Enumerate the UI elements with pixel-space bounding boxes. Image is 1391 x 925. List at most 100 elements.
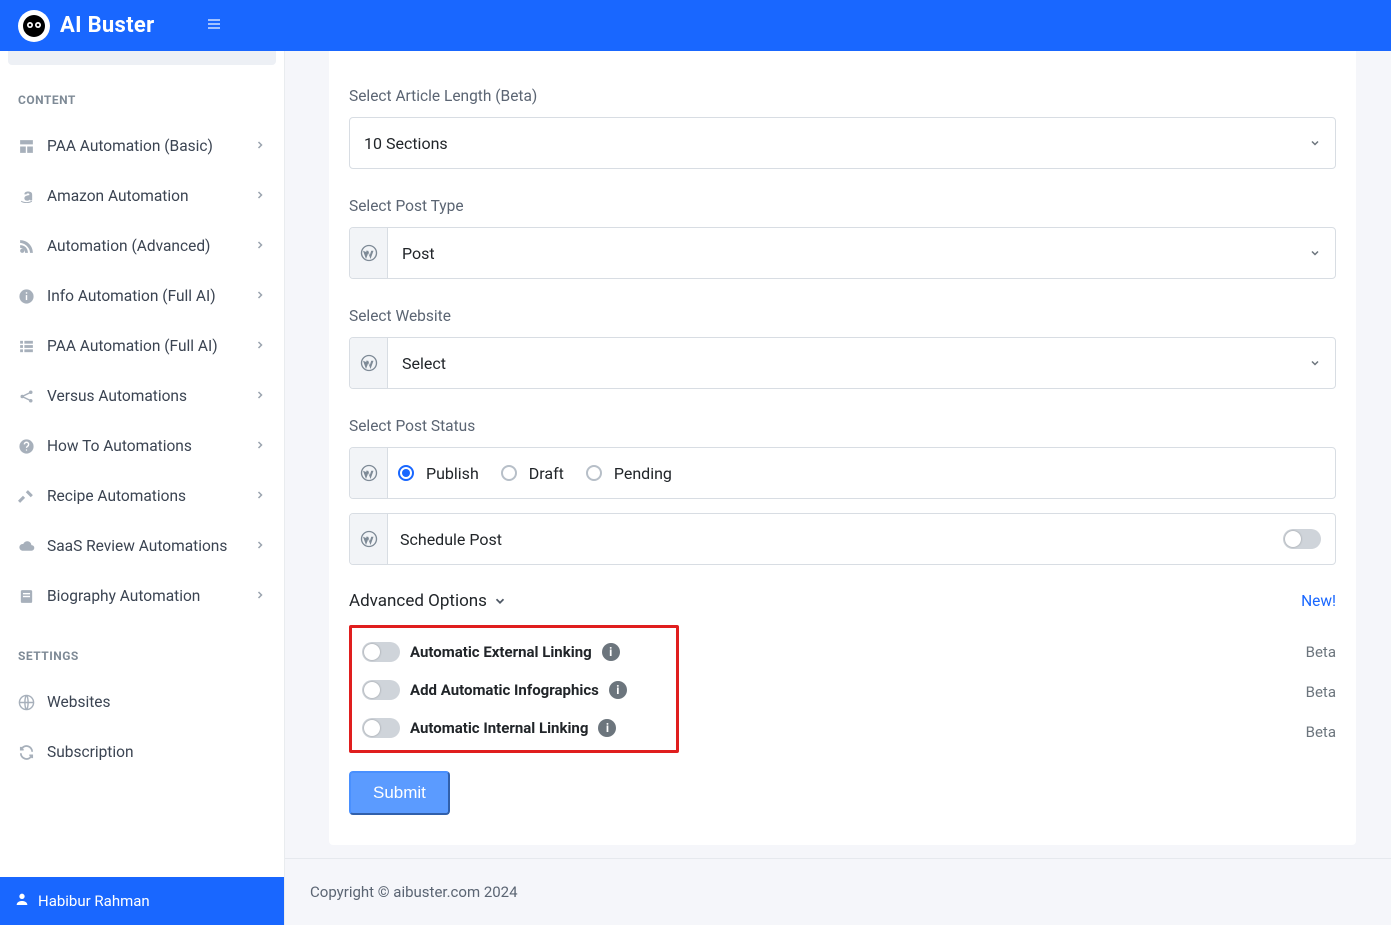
post-type-value: Post <box>388 244 1295 263</box>
beta-badge: Beta <box>1306 723 1336 741</box>
sidebar-item-label: Subscription <box>47 743 266 761</box>
radio-publish[interactable] <box>398 465 414 481</box>
post-status-label: Select Post Status <box>349 389 1336 447</box>
schedule-label: Schedule Post <box>388 530 1283 549</box>
user-name: Habibur Rahman <box>38 892 150 910</box>
article-length-label: Select Article Length (Beta) <box>349 59 1336 117</box>
beta-badge: Beta <box>1306 683 1336 701</box>
wordpress-icon <box>350 338 388 388</box>
sidebar-item-websites[interactable]: Websites <box>0 677 284 727</box>
cloud-icon <box>18 538 35 555</box>
sidebar-item-label: Biography Automation <box>47 587 242 605</box>
sidebar-item-recipe[interactable]: Recipe Automations <box>0 471 284 521</box>
list-icon <box>18 338 35 355</box>
brand-name: AI Buster <box>60 13 154 38</box>
info-icon[interactable]: i <box>609 681 627 699</box>
submit-button[interactable]: Submit <box>349 771 450 815</box>
sidebar-item-subscription[interactable]: Subscription <box>0 727 284 777</box>
website-select[interactable]: Select <box>349 337 1336 389</box>
copyright-text: Copyright © aibuster.com 2024 <box>310 883 518 901</box>
post-type-select[interactable]: Post <box>349 227 1336 279</box>
brand-logo[interactable]: AI Buster <box>18 10 154 42</box>
user-icon <box>14 891 30 911</box>
sidebar-item-label: Websites <box>47 693 266 711</box>
amazon-icon <box>18 188 35 205</box>
wordpress-icon <box>350 228 388 278</box>
wordpress-icon <box>350 514 388 564</box>
website-value: Select <box>388 354 1295 373</box>
section-title-settings: SETTINGS <box>0 621 284 677</box>
sidebar: CONTENT PAA Automation (Basic) Amazon Au… <box>0 51 285 925</box>
article-length-value: 10 Sections <box>350 134 1295 153</box>
form-card: Select Article Length (Beta) 10 Sections… <box>329 51 1356 845</box>
share-icon <box>18 388 35 405</box>
chevron-right-icon <box>254 437 266 455</box>
chevron-down-icon <box>493 594 507 608</box>
sidebar-top-placeholder <box>8 51 276 65</box>
logo-icon <box>18 10 50 42</box>
info-icon <box>18 288 35 305</box>
sidebar-item-howto[interactable]: How To Automations <box>0 421 284 471</box>
adv-row-internal-linking: Automatic Internal Linking i <box>362 718 666 738</box>
sidebar-item-biography[interactable]: Biography Automation <box>0 571 284 621</box>
chevron-down-icon <box>1295 354 1335 373</box>
globe-icon <box>18 694 35 711</box>
sidebar-item-label: SaaS Review Automations <box>47 537 242 555</box>
article-length-select[interactable]: 10 Sections <box>349 117 1336 169</box>
sidebar-item-automation-advanced[interactable]: Automation (Advanced) <box>0 221 284 271</box>
sidebar-item-saas-review[interactable]: SaaS Review Automations <box>0 521 284 571</box>
chevron-right-icon <box>254 237 266 255</box>
section-title-content: CONTENT <box>0 65 284 121</box>
adv-row-infographics: Add Automatic Infographics i <box>362 680 666 700</box>
sidebar-item-versus[interactable]: Versus Automations <box>0 371 284 421</box>
chevron-down-icon <box>1295 134 1335 153</box>
post-type-label: Select Post Type <box>349 169 1336 227</box>
sidebar-item-label: Recipe Automations <box>47 487 242 505</box>
info-icon[interactable]: i <box>602 643 620 661</box>
external-linking-toggle[interactable] <box>362 642 400 662</box>
advanced-options-title: Advanced Options <box>349 591 487 611</box>
infographics-toggle[interactable] <box>362 680 400 700</box>
wordpress-icon <box>350 448 388 498</box>
blog-icon <box>18 238 35 255</box>
radio-pending-label: Pending <box>614 464 672 483</box>
chevron-right-icon <box>254 537 266 555</box>
radio-pending[interactable] <box>586 465 602 481</box>
page-footer: Copyright © aibuster.com 2024 <box>285 858 1391 925</box>
chevron-right-icon <box>254 287 266 305</box>
sidebar-item-info-full-ai[interactable]: Info Automation (Full AI) <box>0 271 284 321</box>
advanced-options-toggle[interactable]: Advanced Options <box>349 591 507 611</box>
beta-badge: Beta <box>1306 643 1336 661</box>
chevron-right-icon <box>254 337 266 355</box>
radio-group: Publish Draft Pending <box>388 464 680 483</box>
book-icon <box>18 588 35 605</box>
schedule-toggle[interactable] <box>1283 529 1321 549</box>
post-status-row: Publish Draft Pending <box>349 447 1336 499</box>
internal-linking-label: Automatic Internal Linking <box>410 719 588 737</box>
chevron-right-icon <box>254 187 266 205</box>
info-icon[interactable]: i <box>598 719 616 737</box>
sidebar-item-label: Automation (Advanced) <box>47 237 242 255</box>
chevron-right-icon <box>254 137 266 155</box>
sidebar-item-paa-full-ai[interactable]: PAA Automation (Full AI) <box>0 321 284 371</box>
sidebar-item-label: How To Automations <box>47 437 242 455</box>
new-badge[interactable]: New! <box>1301 592 1336 610</box>
radio-draft[interactable] <box>501 465 517 481</box>
chevron-down-icon <box>1295 244 1335 263</box>
sidebar-item-paa-basic[interactable]: PAA Automation (Basic) <box>0 121 284 171</box>
menu-toggle-icon[interactable] <box>206 16 222 36</box>
sidebar-item-label: Versus Automations <box>47 387 242 405</box>
layout-icon <box>18 138 35 155</box>
adv-row-external-linking: Automatic External Linking i <box>362 642 666 662</box>
chevron-right-icon <box>254 487 266 505</box>
sidebar-user[interactable]: Habibur Rahman <box>0 877 285 925</box>
internal-linking-toggle[interactable] <box>362 718 400 738</box>
advanced-options-highlight: Automatic External Linking i Add Automat… <box>349 625 679 753</box>
radio-publish-label: Publish <box>426 464 479 483</box>
sidebar-item-amazon[interactable]: Amazon Automation <box>0 171 284 221</box>
radio-draft-label: Draft <box>529 464 564 483</box>
infographics-label: Add Automatic Infographics <box>410 681 599 699</box>
sidebar-item-label: PAA Automation (Full AI) <box>47 337 242 355</box>
tools-icon <box>18 488 35 505</box>
refresh-icon <box>18 744 35 761</box>
